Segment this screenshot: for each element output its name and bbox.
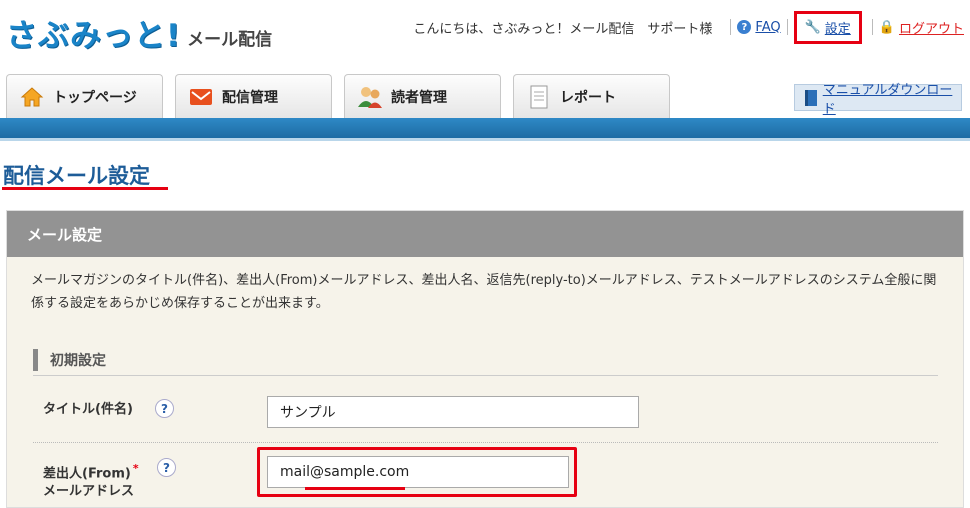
divider (730, 19, 732, 35)
tab-delivery[interactable]: 配信管理 (175, 74, 332, 118)
section-header: 初期設定 (33, 344, 938, 376)
logo-sub: メール配信 (187, 30, 273, 50)
report-icon (526, 85, 552, 109)
from-email-label-line1: 差出人(From) (43, 466, 131, 482)
panel-title: メール設定 (7, 211, 963, 257)
faq-link[interactable]: FAQ (755, 20, 780, 35)
home-icon (19, 85, 45, 109)
page-title: 配信メール設定 (3, 164, 150, 188)
divider (786, 19, 788, 35)
tab-top-page[interactable]: トップページ (6, 74, 163, 118)
nav-bar-line (0, 138, 970, 141)
main-tabs: トップページ 配信管理 読者管理 レポート (6, 74, 670, 118)
section-label: 初期設定 (50, 352, 106, 369)
faq-link-wrap: ? FAQ (737, 20, 781, 35)
help-icon[interactable]: ? (155, 399, 174, 418)
tab-readers[interactable]: 読者管理 (344, 74, 501, 118)
tab-report[interactable]: レポート (513, 74, 670, 118)
tab-label: 読者管理 (391, 89, 447, 106)
panel-description: メールマガジンのタイトル(件名)、差出人(From)メールアドレス、差出人名、返… (31, 273, 937, 311)
from-email-row: 差出人(From) * メールアドレス ? mail@sample.com (33, 446, 938, 508)
lock-icon: 🔒 (878, 19, 895, 35)
book-icon (805, 89, 817, 106)
greeting: こんにちは、さぶみっと！メール配信 サポート様 (413, 21, 713, 37)
title-input[interactable]: サンプル (267, 396, 639, 428)
mail-settings-panel: メール設定 メールマガジンのタイトル(件名)、差出人(From)メールアドレス、… (6, 210, 964, 508)
tab-label: 配信管理 (222, 89, 278, 106)
section-bar (33, 348, 38, 371)
logo-main: さぶみっと! (6, 18, 182, 54)
logout-link-wrap: 🔒 ログアウト (879, 18, 964, 37)
mail-icon (188, 85, 214, 109)
header: さぶみっと! メール配信 こんにちは、さぶみっと！メール配信 サポート様 ? F… (0, 0, 970, 70)
manual-download[interactable]: マニュアルダウンロード (794, 83, 962, 117)
from-email-label: 差出人(From) * メールアドレス (43, 460, 139, 501)
from-email-input[interactable]: mail@sample.com (267, 456, 569, 488)
required-mark: * (132, 462, 139, 475)
logout-link[interactable]: ログアウト (899, 18, 964, 37)
question-icon: ? (737, 20, 752, 34)
settings-link-wrap: 🔧 設定 (793, 10, 862, 44)
from-email-label-line2: メールアドレス (43, 484, 135, 500)
users-icon (357, 85, 383, 109)
title-label: タイトル(件名) (43, 402, 133, 417)
manual-download-link[interactable]: マニュアルダウンロード (823, 79, 961, 117)
help-icon[interactable]: ? (157, 458, 176, 477)
logo[interactable]: さぶみっと! メール配信 (6, 18, 272, 54)
title-highlight (2, 187, 168, 190)
top-nav: こんにちは、さぶみっと！メール配信 サポート様 ? FAQ 🔧 設定 🔒 ログア… (413, 10, 970, 44)
wrench-icon: 🔧 (804, 19, 821, 35)
tab-label: レポート (560, 89, 616, 106)
divider (871, 19, 873, 35)
email-underline (305, 487, 405, 490)
settings-link[interactable]: 設定 (825, 18, 851, 37)
title-row: タイトル(件名) ? サンプル (33, 381, 938, 443)
tab-label: トップページ (53, 89, 137, 106)
nav-bar (0, 118, 970, 138)
